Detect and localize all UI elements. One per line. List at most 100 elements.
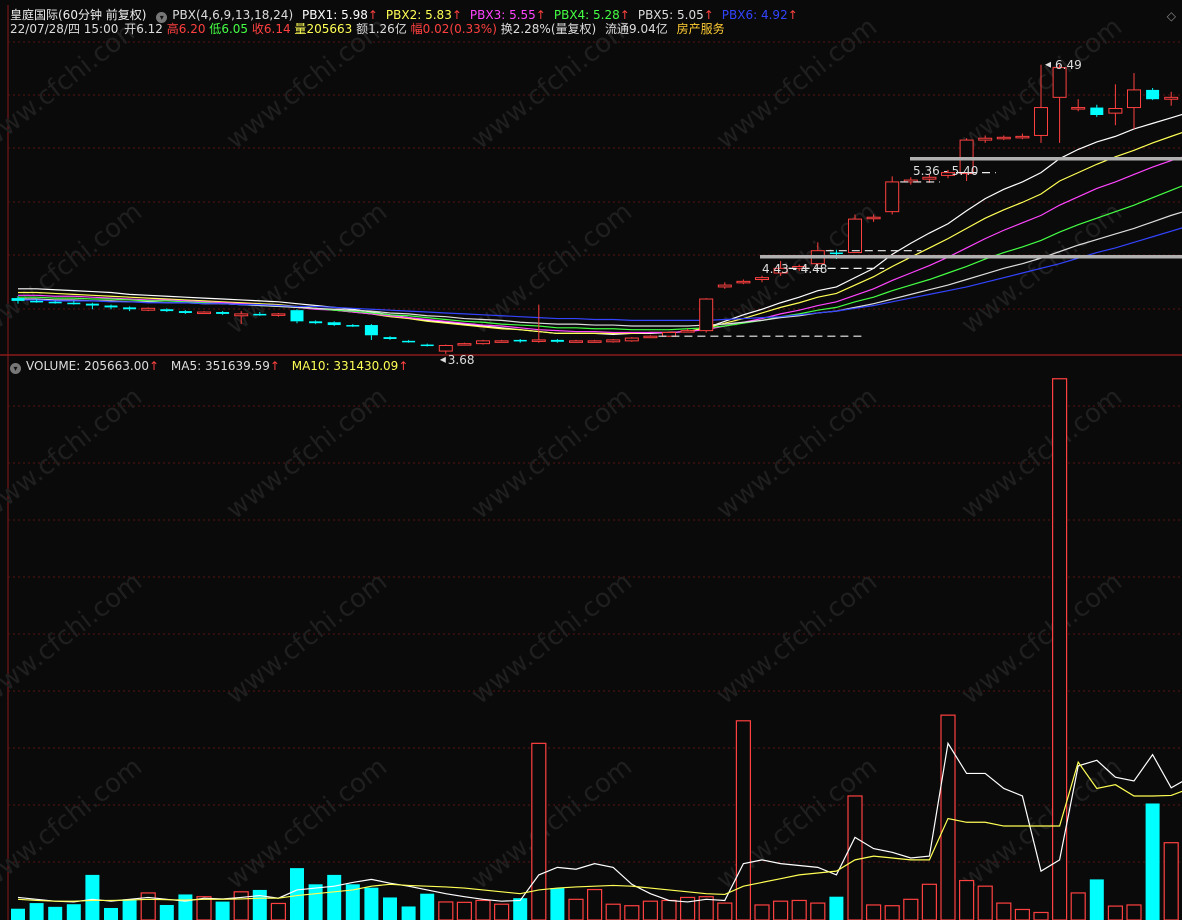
watermark-text: www.cfchi.com [0,567,148,711]
volume-bar [642,900,659,920]
candle[interactable] [643,335,658,339]
volume-bar [1051,378,1068,920]
candle[interactable] [309,320,323,325]
pbx1-up-arrow: ↑ [367,8,378,22]
candle-body [327,322,341,326]
volume-bar [1033,911,1049,920]
candle[interactable] [1052,64,1067,143]
candle[interactable] [699,298,714,333]
watermark-text: www.cfchi.com [221,197,393,341]
volume-bar [456,901,472,920]
candle[interactable] [402,339,416,343]
volume-bar [531,742,547,920]
candle-body [513,339,527,342]
watermark-text: www.cfchi.com [221,382,393,526]
volume-bar [735,720,752,920]
vol-label: 量 [294,22,307,36]
candle[interactable] [885,176,900,215]
chart-canvas[interactable]: www.cfchi.com www.cfchi.com www.cfchi.com w… [0,0,1182,920]
candle[interactable] [476,339,490,345]
volume-bar [11,908,25,920]
volume-bar [1089,879,1104,920]
volume-value[interactable]: VOLUME: 205663.00 [26,359,149,373]
watermark-layer: www.cfchi.com www.cfchi.com www.cfchi.com w… [0,12,1128,896]
candle[interactable] [383,336,397,340]
volume-bar [1145,803,1160,920]
candle-body [531,339,546,342]
candle[interactable] [513,338,527,343]
pbx5-up-arrow: ↑ [703,8,714,22]
candle[interactable] [550,338,564,343]
candle-body [67,302,81,305]
candle-body [438,344,453,352]
candle-body [550,339,564,342]
candle[interactable] [1164,91,1179,106]
candle[interactable] [420,343,434,347]
float-value: 流通9.04亿 [605,22,668,36]
quote-line: 22/07/28/四 15:00 开6.12 高6.20 低6.05 收6.14… [10,22,730,36]
low-price-label: 3.68 [448,353,475,367]
candle[interactable] [569,339,583,343]
volume-bar [290,868,304,920]
volume-up-arrow: ↑ [149,359,160,373]
candle[interactable] [290,309,304,324]
candle[interactable] [1146,88,1160,101]
candle[interactable] [327,321,341,326]
watermark-text: www.cfchi.com [221,567,393,711]
volume-bar [401,906,416,920]
candle[interactable] [271,312,286,317]
candle-body [755,277,769,281]
candle[interactable] [587,339,602,343]
candle[interactable] [85,302,99,310]
candle-body [234,313,249,317]
indicator-header: 皇庭国际(60分钟 前复权) ▾ PBX(4,6,9,13,18,24) PBX1… [10,8,811,23]
volume-menu-icon[interactable]: ▾ [10,363,21,374]
candle[interactable] [717,282,732,289]
candle[interactable] [1071,99,1086,112]
candle[interactable] [903,177,918,185]
watermark-text: www.cfchi.com [466,567,638,711]
close-label: 收 [251,22,264,36]
close-value: 6.14 [263,22,291,36]
volume-bar [1163,842,1179,920]
candle[interactable] [457,342,472,346]
candle[interactable] [178,310,192,314]
candle[interactable] [104,304,118,310]
candle-body [85,303,99,306]
volume-bar [178,894,193,920]
panel-options-icon[interactable]: ◇ [1167,9,1176,23]
candle[interactable] [1090,104,1104,117]
candle-body [402,340,416,343]
candle[interactable] [1015,133,1030,140]
change-value: 0.02(0.33%) [422,22,497,36]
candle[interactable] [996,135,1011,141]
pbx5-value: PBX5: 5.05 [637,8,704,22]
volume-bar [85,874,100,920]
candle[interactable] [123,306,137,312]
indicator-name[interactable]: PBX(4,6,9,13,18,24) [172,8,293,22]
candle[interactable] [494,339,509,343]
candle[interactable] [1108,84,1123,126]
candle[interactable] [736,279,751,285]
candle[interactable] [848,214,862,254]
candle-body [457,343,472,346]
candle[interactable] [141,307,156,312]
candle[interactable] [346,324,360,327]
candle[interactable] [1127,73,1141,129]
candle[interactable] [160,308,174,313]
candle[interactable] [624,337,639,342]
volume-bar [586,888,603,920]
volume-bar [977,885,993,920]
candle[interactable] [364,324,378,340]
candle-body [996,136,1011,140]
change-label: 幅 [410,22,423,36]
watermark-text: www.cfchi.com [711,382,883,526]
candle-body [1108,107,1123,114]
stock-title[interactable]: 皇庭国际(60分钟 前复权) [10,8,146,22]
sector-link[interactable]: 房产服务 [677,22,725,36]
candle[interactable] [606,338,621,343]
volume-bar [550,888,565,920]
low-value: 6.05 [221,22,249,36]
candle[interactable] [197,311,211,315]
watermark-text: www.cfchi.com [0,382,148,526]
